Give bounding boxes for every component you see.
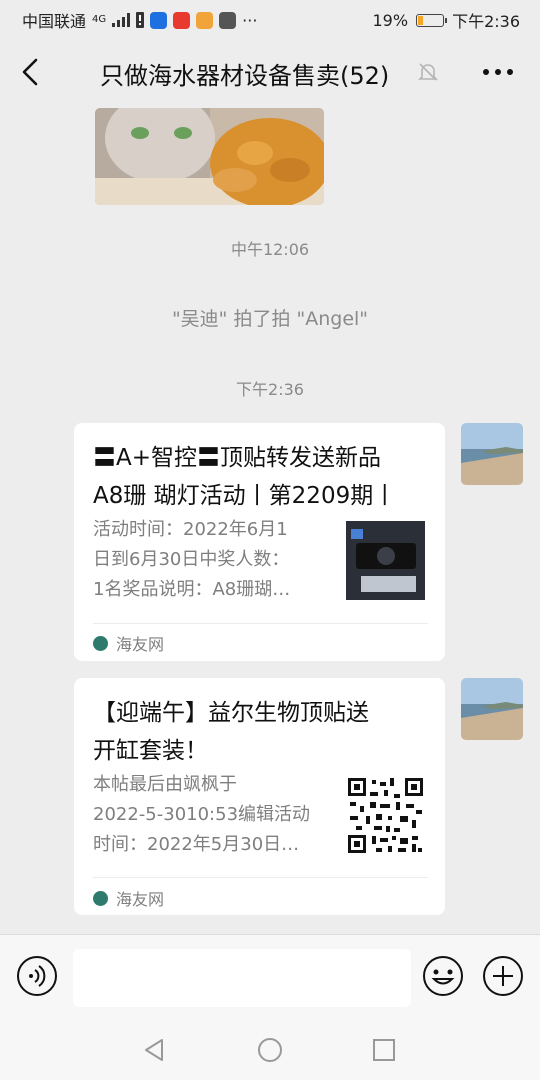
divider — [93, 877, 428, 878]
link-card-message[interactable]: 【迎端午】益尔生物顶贴送 开缸套装！ 本帖最后由飒枫于 2022-5-3010:… — [74, 678, 445, 915]
meme-image — [95, 108, 324, 205]
avatar[interactable] — [461, 423, 523, 485]
chat-title: 只做海水器材设备售卖(52) — [100, 62, 390, 90]
timestamp: 下午2:36 — [236, 380, 304, 399]
timestamp: 中午12:06 — [230, 240, 310, 259]
image-message[interactable] — [95, 108, 324, 205]
more-notifications-icon: ··· — [242, 10, 258, 30]
chat-header: 只做海水器材设备售卖(52) — [0, 36, 540, 108]
bell-off-icon — [418, 63, 438, 81]
network-label: 4G — [92, 14, 107, 25]
link-card-message[interactable]: 〓A+智控〓顶贴转发送新品 A8珊 瑚灯活动丨第2209期丨 活动时间：2022… — [74, 423, 445, 661]
battery-icon — [416, 13, 448, 27]
signal-icon — [112, 13, 131, 27]
source-logo-icon — [93, 890, 108, 906]
app-notification-icon — [196, 11, 214, 29]
app-notification-icon — [150, 11, 168, 29]
card-description: 本帖最后由飒枫于 2022-5-3010:53编辑活动 时间：2022年5月30… — [93, 774, 311, 855]
app-notification-icon — [219, 11, 237, 29]
plus-button[interactable] — [482, 955, 524, 997]
nav-home-button[interactable] — [256, 1036, 284, 1064]
source-logo-icon — [93, 635, 108, 651]
alert-icon — [136, 12, 145, 28]
toutiao-icon — [173, 11, 191, 29]
card-title: 【迎端午】益尔生物顶贴送 开缸套装！ — [93, 700, 369, 764]
pat-system-message: "吴迪" 拍了拍 "Angel" — [171, 308, 369, 330]
message-input[interactable] — [73, 949, 411, 1007]
battery-percent: 19% — [372, 10, 409, 30]
nav-recents-button[interactable] — [370, 1036, 398, 1064]
back-button[interactable] — [14, 54, 50, 90]
voice-button[interactable] — [16, 955, 58, 997]
qr-code-thumbnail — [346, 776, 425, 855]
card-source: 海友网 — [93, 631, 164, 655]
card-title: 〓A+智控〓顶贴转发送新品 A8珊 瑚灯活动丨第2209期丨 — [93, 445, 397, 509]
beach-avatar-image — [461, 423, 523, 485]
more-button[interactable] — [478, 58, 518, 86]
emoji-button[interactable] — [422, 955, 464, 997]
carrier-label: 中国联通 — [22, 12, 87, 31]
card-thumbnail — [346, 521, 425, 600]
input-bar — [0, 934, 540, 1021]
card-source: 海友网 — [93, 886, 164, 910]
clock: 下午2:36 — [452, 12, 520, 31]
card-description: 活动时间：2022年6月1 日到6月30日中奖人数： 1名奖品说明：A8珊瑚… — [93, 519, 291, 600]
status-bar: 中国联通 4G ··· 19% 下午2:36 — [0, 0, 540, 36]
nav-back-button[interactable] — [140, 1036, 168, 1064]
divider — [93, 623, 428, 624]
avatar[interactable] — [461, 678, 523, 740]
system-nav-bar — [0, 1020, 540, 1080]
beach-avatar-image — [461, 678, 523, 740]
